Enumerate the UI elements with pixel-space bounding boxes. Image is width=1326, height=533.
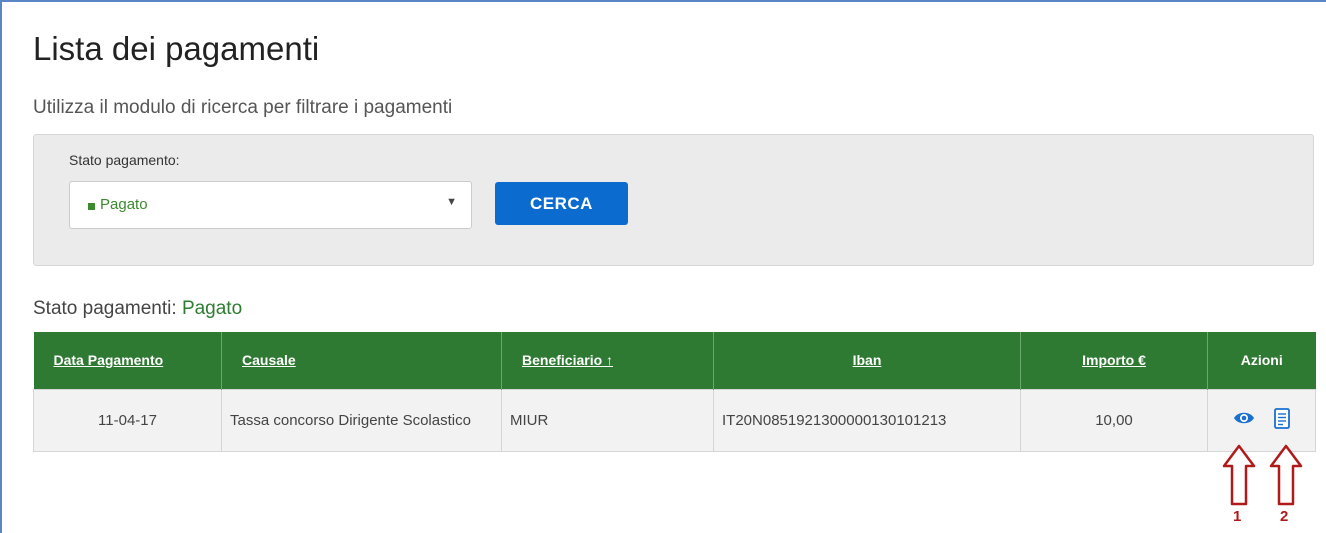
sort-link-importo[interactable]: Importo € [1082,352,1146,368]
column-header-data-pagamento[interactable]: Data Pagamento [33,332,222,389]
search-form: Stato pagamento: Pagato ▼ CERCA [33,134,1314,266]
payments-table: Data Pagamento Causale Beneficiario ↑ Ib… [33,332,1316,452]
annotation-number-2: 2 [1280,508,1289,525]
cell-data-pagamento: 11-04-17 [33,388,222,452]
sort-link-beneficiario[interactable]: Beneficiario ↑ [522,352,613,368]
cerca-button[interactable]: CERCA [495,182,628,225]
cell-iban: IT20N0851921300000130101213 [713,388,1021,452]
cell-beneficiario: MIUR [501,388,714,452]
table-header-row: Data Pagamento Causale Beneficiario ↑ Ib… [33,332,1316,389]
window-left-border [0,0,2,533]
sort-link-causale[interactable]: Causale [242,352,296,368]
cell-causale: Tassa concorso Dirigente Scolastico [221,388,502,452]
eye-icon[interactable] [1233,410,1255,430]
page-subtitle: Utilizza il modulo di ricerca per filtra… [33,97,453,118]
sort-link-data-pagamento[interactable]: Data Pagamento [54,352,164,368]
status-summary-label: Stato pagamenti: [33,298,177,319]
stato-pagamento-selected-value: Pagato [100,196,148,213]
column-header-importo[interactable]: Importo € [1020,332,1208,389]
annotation-number-1: 1 [1233,508,1242,525]
column-header-beneficiario[interactable]: Beneficiario ↑ [501,332,714,389]
column-header-causale[interactable]: Causale [221,332,502,389]
status-summary: Stato pagamenti: Pagato [33,298,242,320]
status-color-square-icon [88,203,95,210]
stato-pagamento-select[interactable]: Pagato ▼ [69,181,472,229]
sort-link-iban[interactable]: Iban [853,352,882,368]
annotation-arrow-2-icon [1269,444,1303,506]
column-header-azioni: Azioni [1207,332,1316,389]
cell-azioni [1207,388,1316,452]
stato-pagamento-label: Stato pagamento: [69,152,180,168]
document-icon[interactable] [1273,407,1290,433]
annotation-arrow-1-icon [1222,444,1256,506]
cell-importo: 10,00 [1020,388,1208,452]
page-title: Lista dei pagamenti [33,30,320,67]
window-top-border [0,0,1326,2]
table-row: 11-04-17 Tassa concorso Dirigente Scolas… [33,388,1316,452]
column-header-iban[interactable]: Iban [713,332,1021,389]
status-summary-value: Pagato [181,298,243,319]
dropdown-caret-icon: ▼ [446,196,457,208]
